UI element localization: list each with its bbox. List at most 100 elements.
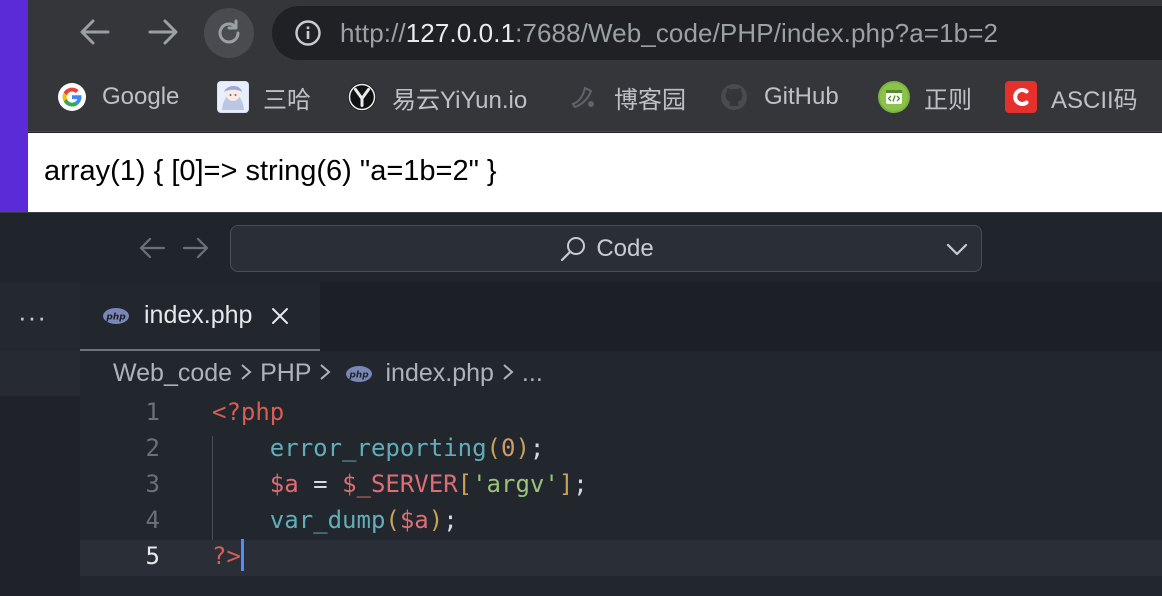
code-editor[interactable]: 1 <?php 2 error_reporting(0); 3 $a = $_SERV… — [80, 396, 1162, 596]
tab-index-php[interactable]: php index.php — [80, 282, 320, 351]
breadcrumb-item-php[interactable]: PHP — [260, 359, 311, 388]
bookmark-google[interactable]: Google — [56, 79, 179, 115]
svg-text:php: php — [349, 370, 370, 380]
code-token: 0 — [501, 434, 516, 462]
url-path: :7688/Web_code/PHP/index.php?a=1b=2 — [515, 17, 999, 48]
code-line[interactable]: 3 $a = $_SERVER['argv']; — [80, 468, 1162, 504]
bookmark-label: 正则 — [924, 86, 972, 114]
bookmark-sanha[interactable]: 三哈 — [217, 79, 311, 115]
yiyun-logo-icon — [346, 81, 378, 113]
bookmark-label: Google — [102, 83, 180, 110]
code-token: $a — [269, 470, 299, 498]
breadcrumb: Web_code PHP php index.php ... — [80, 351, 1162, 396]
line-number: 3 — [145, 470, 160, 498]
code-token: ; — [443, 506, 458, 534]
bookmark-cnblogs[interactable]: 博客园 — [568, 79, 686, 115]
bookmark-ascii[interactable]: ASCII码 — [1005, 79, 1138, 115]
screen: http://127.0.0.1:7688/Web_code/PHP/index… — [0, 0, 1162, 596]
code-token: var_dump — [269, 506, 386, 534]
github-icon — [718, 81, 750, 113]
go-back-button[interactable] — [135, 233, 169, 263]
code-text: <?php — [212, 398, 284, 426]
arrow-right-icon — [148, 19, 178, 45]
regex-icon — [878, 81, 910, 113]
code-line[interactable]: 1 <?php — [80, 396, 1162, 432]
bookmark-yiyun[interactable]: 易云YiYun.io — [346, 79, 527, 115]
code-token: = — [298, 470, 343, 498]
go-forward-button[interactable] — [179, 233, 213, 263]
bookmark-label: 博客园 — [614, 86, 686, 114]
bookmark-github[interactable]: GitHub — [718, 79, 839, 115]
url-scheme: http:// — [340, 17, 406, 48]
arrow-left-icon — [80, 19, 110, 45]
php-output-text: array(1) { [0]=> string(6) "a=1b=2" } — [44, 155, 497, 187]
code-line[interactable]: 2 error_reporting(0); — [80, 432, 1162, 468]
breadcrumb-item-web-code[interactable]: Web_code — [113, 359, 232, 388]
vscode-window: Code ··· php index.php Web_code PHP php … — [0, 212, 1162, 596]
bookmark-regex[interactable]: 正则 — [878, 79, 972, 115]
code-token: 'argv' — [472, 470, 559, 498]
bookmarks-bar: Google 三哈 易云YiYun.io 博客园 GitHub 正则 ASCII… — [28, 65, 1162, 132]
url-host: 127.0.0.1 — [405, 17, 516, 48]
command-center-label: Code — [596, 234, 654, 262]
chevron-right-icon — [319, 361, 332, 387]
anime-avatar-icon — [217, 81, 249, 113]
bookmark-label: GitHub — [764, 83, 839, 110]
text-cursor — [240, 539, 244, 571]
bookmark-label: 三哈 — [263, 86, 311, 114]
code-token: ( — [385, 506, 400, 534]
command-center[interactable]: Code — [230, 225, 982, 272]
more-actions-icon[interactable]: ··· — [18, 302, 47, 333]
code-token: ; — [529, 434, 545, 462]
reload-button[interactable] — [204, 8, 254, 58]
line-number: 5 — [145, 542, 160, 570]
forward-button[interactable] — [139, 8, 187, 56]
site-info-icon[interactable] — [294, 19, 322, 47]
search-icon — [561, 236, 586, 261]
bookmark-label: ASCII码 — [1051, 86, 1138, 114]
google-icon — [56, 81, 88, 113]
code-text: error_reporting(0); — [212, 434, 545, 462]
chevron-right-icon — [240, 361, 252, 387]
code-token: [ — [457, 470, 473, 498]
line-number: 1 — [145, 398, 160, 426]
editor-tab-bar: php index.php — [80, 282, 1162, 351]
side-bar: ··· — [0, 282, 80, 596]
code-line[interactable]: 5 ?> — [80, 539, 1162, 576]
code-token: ( — [486, 434, 501, 462]
code-token: ) — [428, 506, 444, 534]
tab-label: index.php — [144, 301, 253, 329]
code-token: ; — [573, 470, 588, 498]
cnblogs-icon — [568, 81, 600, 113]
back-button[interactable] — [71, 8, 119, 56]
breadcrumb-item-symbols[interactable]: ... — [522, 359, 543, 388]
close-icon[interactable] — [270, 306, 290, 326]
chevron-right-icon — [502, 361, 514, 387]
side-bar-section — [0, 351, 80, 396]
side-bar-header: ··· — [0, 282, 80, 351]
code-text: $a = $_SERVER['argv']; — [212, 470, 588, 498]
breadcrumb-item-index-php[interactable]: index.php — [385, 359, 493, 388]
php-icon: php — [346, 365, 373, 382]
code-token: $a — [399, 506, 429, 534]
bookmark-label: 易云YiYun.io — [392, 86, 528, 114]
line-number: 4 — [145, 506, 160, 534]
title-bar: Code — [0, 212, 1162, 282]
code-token: error_reporting — [269, 434, 487, 462]
line-number: 2 — [145, 434, 160, 462]
arrow-right-icon — [182, 237, 209, 259]
svg-text:php: php — [105, 312, 126, 322]
chevron-down-icon[interactable] — [945, 238, 969, 260]
address-bar[interactable]: http://127.0.0.1:7688/Web_code/PHP/index… — [272, 6, 1162, 60]
code-text: var_dump($a); — [212, 506, 458, 534]
code-token: ) — [515, 434, 530, 462]
browser-window: http://127.0.0.1:7688/Web_code/PHP/index… — [0, 0, 1162, 212]
code-line[interactable]: 4 var_dump($a); — [80, 504, 1162, 540]
arrow-left-icon — [139, 237, 166, 259]
desktop-background — [0, 0, 28, 212]
page-content: array(1) { [0]=> string(6) "a=1b=2" } — [28, 133, 1162, 212]
command-center-content: Code — [231, 226, 981, 271]
code-token: <?php — [212, 398, 285, 426]
